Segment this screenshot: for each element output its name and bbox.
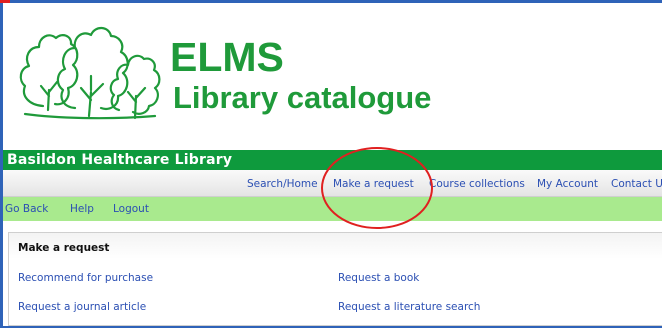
nav-contact-us[interactable]: Contact U [611,178,662,190]
app-title: ELMS [170,34,284,80]
request-journal-article-link[interactable]: Request a journal article [18,301,146,313]
go-back-link[interactable]: Go Back [5,203,48,215]
request-literature-search-link[interactable]: Request a literature search [338,301,480,313]
help-link[interactable]: Help [70,203,94,215]
nav-my-account[interactable]: My Account [537,178,598,190]
trees-logo-icon [19,26,161,120]
site-header: ELMS Library catalogue [3,3,662,150]
nav-search-home[interactable]: Search/Home [247,178,318,190]
library-bar: Basildon Healthcare Library [3,150,662,170]
library-name: Basildon Healthcare Library [7,152,233,168]
nav-course-collections[interactable]: Course collections [429,178,525,190]
app-subtitle: Library catalogue [173,80,432,115]
panel-title: Make a request [18,242,110,254]
top-navigation: Search/Home Make a request Course collec… [3,170,662,197]
nav-make-request[interactable]: Make a request [333,178,414,190]
request-book-link[interactable]: Request a book [338,272,419,284]
make-request-panel: Make a request Recommend for purchase Re… [8,232,662,326]
recommend-for-purchase-link[interactable]: Recommend for purchase [18,272,153,284]
secondary-navigation: Go Back Help Logout [3,197,662,221]
logout-link[interactable]: Logout [113,203,149,215]
